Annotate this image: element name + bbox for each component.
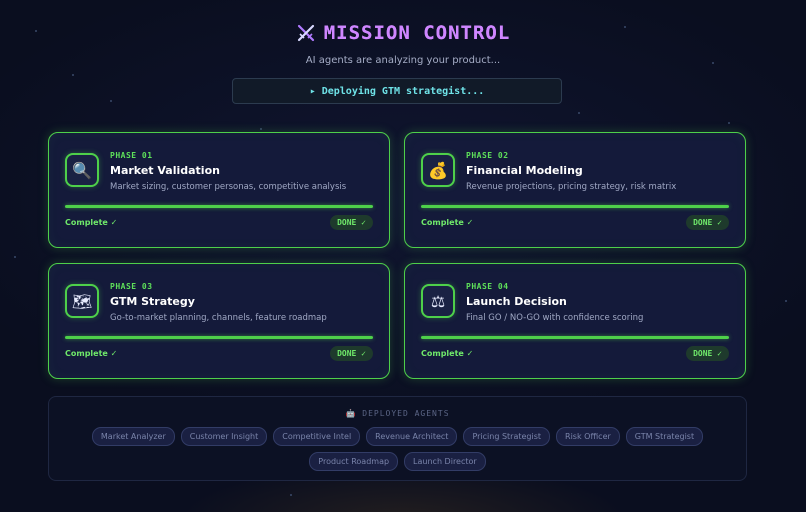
done-badge: DONE ✓ [686,346,729,361]
phase-number: PHASE 01 [110,151,153,160]
balance-scale-icon: ⚖ [421,284,455,318]
done-badge: DONE ✓ [330,346,373,361]
header: MISSION CONTROL AI agents are analyzing … [0,20,806,66]
phase-card-launch-decision[interactable]: ⚖ PHASE 04 Launch Decision Final GO / NO… [404,263,746,379]
phase-number: PHASE 03 [110,282,153,291]
phase-card-gtm-strategy[interactable]: 🗺 PHASE 03 GTM Strategy Go-to-market pla… [48,263,390,379]
phase-progress-bar [65,205,373,208]
agent-chip-risk-officer[interactable]: Risk Officer [556,427,620,446]
star [728,122,730,124]
agent-chip-revenue-architect[interactable]: Revenue Architect [366,427,458,446]
phase-card-financial-modeling[interactable]: 💰 PHASE 02 Financial Modeling Revenue pr… [404,132,746,248]
star [578,112,580,114]
agent-chip-competitive-intel[interactable]: Competitive Intel [273,427,361,446]
star [785,300,787,302]
phase-card-market-validation[interactable]: 🔍 PHASE 01 Market Validation Market sizi… [48,132,390,248]
agent-chip-launch-director[interactable]: Launch Director [404,452,486,471]
agent-chip-gtm-strategist[interactable]: GTM Strategist [625,427,704,446]
agents-heading: 🤖 DEPLOYED AGENTS [345,409,450,418]
star [260,128,262,130]
phase-progress-bar [421,336,729,339]
page-title: MISSION CONTROL [323,22,511,44]
phase-status: Complete ✓ [421,218,474,227]
agent-chip-customer-insight[interactable]: Customer Insight [180,427,268,446]
done-badge: DONE ✓ [686,215,729,230]
phase-title: Market Validation [110,164,220,177]
star [72,74,74,76]
phase-title: Launch Decision [466,295,567,308]
deployment-status: ▸ Deploying GTM strategist... [232,78,562,104]
deployed-agents-panel: 🤖 DEPLOYED AGENTS Market Analyzer Custom… [48,396,747,481]
agent-chip-pricing-strategist[interactable]: Pricing Strategist [463,427,551,446]
agents-row-1: Market Analyzer Customer Insight Competi… [49,427,746,446]
phase-title: GTM Strategy [110,295,195,308]
agent-chip-market-analyzer[interactable]: Market Analyzer [91,427,175,446]
money-bag-icon: 💰 [421,153,455,187]
magnifying-glass-icon: 🔍 [65,153,99,187]
title-row: MISSION CONTROL [0,20,806,46]
phase-status: Complete ✓ [65,349,118,358]
phase-progress-bar [421,205,729,208]
phase-title: Financial Modeling [466,164,583,177]
phase-number: PHASE 04 [466,282,509,291]
done-badge: DONE ✓ [330,215,373,230]
agents-row-2: Product Roadmap Launch Director [49,452,746,471]
phase-description: Final GO / NO-GO with confidence scoring [466,313,644,323]
phase-description: Revenue projections, pricing strategy, r… [466,182,677,192]
phase-description: Market sizing, customer personas, compet… [110,182,347,192]
star [110,100,112,102]
phase-status: Complete ✓ [65,218,118,227]
star [14,256,16,258]
map-icon: 🗺 [65,284,99,318]
star [290,494,292,496]
phase-progress-bar [65,336,373,339]
page-subtitle: AI agents are analyzing your product... [305,55,501,66]
agent-chip-product-roadmap[interactable]: Product Roadmap [309,452,399,471]
phase-description: Go-to-market planning, channels, feature… [110,313,327,323]
phase-status: Complete ✓ [421,349,474,358]
crossed-swords-icon [297,24,314,42]
phase-number: PHASE 02 [466,151,509,160]
